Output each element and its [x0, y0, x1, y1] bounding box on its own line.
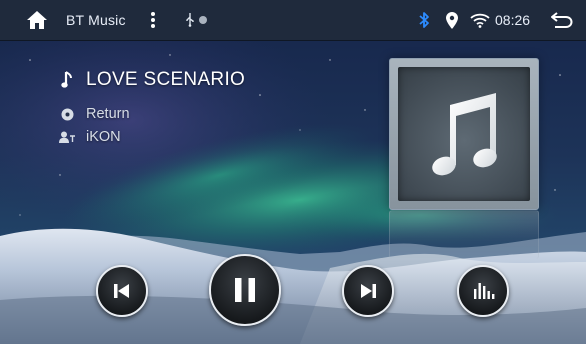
more-options-button[interactable] — [150, 0, 156, 40]
back-button[interactable] — [551, 0, 573, 40]
album-art — [389, 58, 539, 210]
wifi-icon — [470, 13, 490, 28]
song-title: LOVE SCENARIO — [86, 69, 246, 90]
artist-name: iKON — [86, 129, 121, 145]
usb-status — [185, 0, 195, 40]
music-notes-icon — [432, 93, 497, 176]
record-status — [198, 0, 208, 40]
album-art-frame — [398, 67, 530, 201]
pause-button[interactable] — [209, 254, 281, 326]
previous-button[interactable] — [96, 265, 148, 317]
clock: 08:26 — [495, 12, 531, 28]
album-name: Return — [86, 106, 130, 122]
music-note-icon — [61, 71, 72, 88]
next-button[interactable] — [342, 265, 394, 317]
bt-music-screen: BT Music 08:26 LOVE SCENARIO Return iKON — [0, 0, 586, 344]
home-button[interactable] — [26, 0, 48, 40]
album-art-reflection — [389, 210, 539, 259]
album-disc-icon — [61, 108, 74, 121]
next-track-icon — [361, 284, 376, 298]
artist-icon — [59, 131, 75, 143]
back-icon — [551, 12, 573, 28]
status-bar: BT Music 08:26 — [0, 0, 586, 41]
equalizer-button[interactable] — [457, 265, 509, 317]
record-dot-icon — [199, 16, 207, 24]
app-title: BT Music — [66, 12, 126, 28]
more-vert-icon — [151, 12, 155, 28]
equalizer-icon — [474, 283, 495, 299]
location-pin-icon — [446, 11, 458, 29]
home-icon — [27, 11, 47, 29]
wifi-status — [470, 0, 490, 40]
previous-track-icon — [114, 284, 129, 298]
bluetooth-status — [418, 0, 430, 40]
pause-icon — [235, 278, 255, 302]
location-status — [446, 0, 458, 40]
bluetooth-icon — [419, 12, 429, 28]
usb-icon — [186, 13, 194, 27]
